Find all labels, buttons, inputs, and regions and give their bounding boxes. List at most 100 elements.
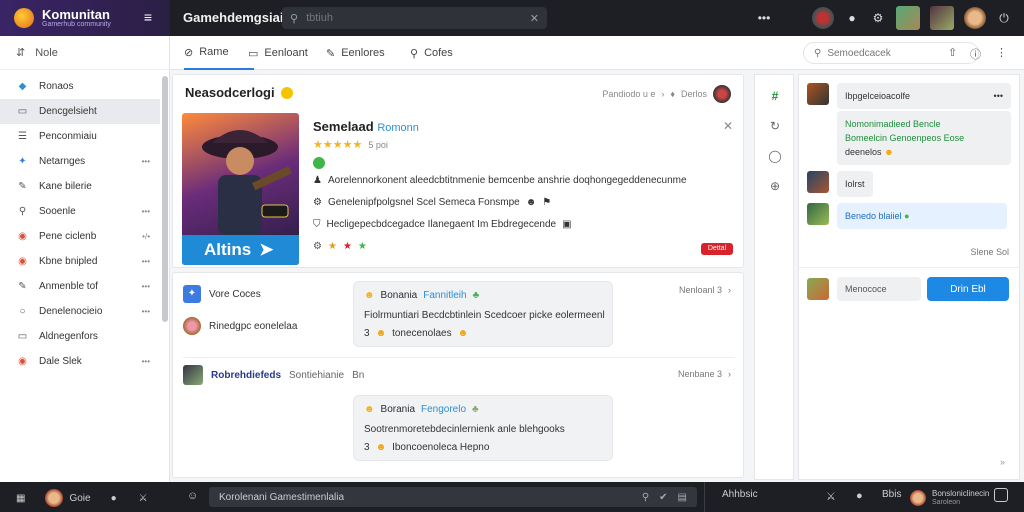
page-title: Gamehdemgsiai: [183, 10, 284, 25]
hashtag-icon[interactable]: #: [767, 89, 783, 105]
game-cover[interactable]: Altins ➤: [182, 113, 299, 265]
thread-row[interactable]: Robrehdiefeds Sontiehianie Bn: [183, 365, 364, 385]
close-icon[interactable]: ✕: [530, 12, 539, 25]
sidebar-home-label: Nole: [35, 46, 58, 59]
right-rail: # ↻ ◯ ⊕: [754, 74, 794, 480]
pin-icon[interactable]: ⚲: [642, 492, 649, 503]
sidebar-item[interactable]: ✦ Netarnges •••: [0, 149, 160, 174]
sidebar-item[interactable]: ⚲ Sooenle •••: [0, 199, 160, 224]
thread-title: Vore Coces: [209, 288, 261, 300]
more-dots-icon[interactable]: •••: [756, 10, 772, 26]
search-input[interactable]: [306, 12, 522, 24]
chat-input[interactable]: Menococe: [837, 277, 921, 301]
avatar[interactable]: [896, 6, 920, 30]
record-icon[interactable]: ●: [844, 10, 860, 26]
more-dots-icon[interactable]: •••: [994, 89, 1003, 103]
see-more-link[interactable]: Slene Sol: [970, 247, 1009, 257]
chat-title: Ibpgelceioacolfe: [845, 91, 911, 101]
sidebar-item[interactable]: ✎ Kane bilerie: [0, 174, 160, 199]
settings-icon[interactable]: ⚙: [313, 241, 322, 252]
swords-icon[interactable]: ⚔: [826, 490, 836, 503]
sidebar-item-badge: •••: [141, 307, 150, 316]
comment-foot: 3 ☻ Iboncoenoleca Hepno: [364, 442, 489, 453]
thread-row[interactable]: Rinedgpc eonelelaa: [183, 317, 297, 335]
record-icon[interactable]: ●: [856, 490, 863, 502]
message-input-box[interactable]: ⚲ ✔ ▤: [209, 487, 697, 507]
tab-label: Eenloant: [264, 47, 308, 59]
sidebar-item[interactable]: ✎ Anmenble tof •••: [0, 274, 160, 299]
attach-icon[interactable]: ▤: [678, 492, 687, 503]
refresh-icon[interactable]: ↻: [767, 119, 783, 135]
profile-chip[interactable]: Bonsloniclinecin Saroleon: [910, 489, 989, 507]
status-badge[interactable]: Dettal: [701, 243, 733, 255]
menu-icon[interactable]: ≡: [140, 9, 156, 25]
gear-icon[interactable]: ⚙: [870, 10, 886, 26]
game-name[interactable]: Semelaad Romonn: [313, 119, 419, 134]
chat-bubble: Nomonimadieed Bencle Bomeelcin Genoenpeo…: [837, 111, 1011, 165]
power-icon[interactable]: ⏻: [996, 10, 1012, 26]
thread-row[interactable]: ✦ Vore Coces: [183, 285, 261, 303]
avatar[interactable]: [812, 7, 834, 29]
close-icon[interactable]: ✕: [723, 119, 733, 133]
chat-square-icon[interactable]: [994, 488, 1008, 502]
sidebar-item[interactable]: ▭ Dencgelsieht: [0, 99, 160, 124]
avatar[interactable]: [807, 203, 829, 225]
tab-rame[interactable]: ⊘ Rame: [184, 36, 254, 70]
avatar[interactable]: [807, 83, 829, 105]
check-icon: ●: [904, 211, 910, 221]
add-icon[interactable]: ⊕: [767, 179, 783, 195]
star-icon[interactable]: ★: [328, 241, 337, 252]
avatar[interactable]: [807, 171, 829, 193]
chat-bubble-group: Ibpgelceioacolfe ••• Nomonimadieed Bencl…: [837, 83, 1011, 165]
scroll-down-icon[interactable]: »: [1000, 457, 1005, 467]
upload-icon[interactable]: ⇧: [948, 46, 957, 59]
sidebar-item[interactable]: ○ Denelenocieio •••: [0, 299, 160, 324]
send-button[interactable]: Drin Ebl: [927, 277, 1009, 301]
avatar[interactable]: [930, 6, 954, 30]
sidebar-item[interactable]: ☰ Penconmiaiu: [0, 124, 160, 149]
sidebar: ⇵ Nole ◆ Ronaos ▭ Dencgelsieht ☰ Penconmiaiu ✦…: [0, 36, 170, 482]
chat-line: deenelos: [845, 147, 882, 157]
sidebar-item[interactable]: ◆ Ronaos: [0, 74, 160, 99]
sidebar-item[interactable]: ◉ Dale Slek •••: [0, 349, 160, 374]
emoji-icon[interactable]: ☺: [187, 490, 198, 502]
divider: [704, 482, 705, 512]
emoji-icon: ☻: [364, 290, 375, 301]
sidebar-item-label: Denelenocieio: [39, 306, 103, 317]
tab-cofes[interactable]: ⚲ Cofes: [410, 36, 453, 70]
avatar: [183, 317, 201, 335]
scrollbar[interactable]: [162, 76, 168, 322]
bottom-right-text: Ahhbsic: [722, 489, 758, 500]
comment-bubble[interactable]: ☻ Borania Fengorelo ♣ Sootrenmoretebdeci…: [353, 395, 613, 461]
check-icon[interactable]: ✔: [659, 492, 667, 503]
sidebar-home[interactable]: ⇵ Nole: [0, 36, 170, 70]
comment-bubble[interactable]: ☻ Bonania Fannitleih ♣ Fiolrmuntiari Bec…: [353, 281, 613, 347]
thread-count[interactable]: Nenloanl 3 ›: [679, 285, 731, 295]
thread-count[interactable]: Nenbane 3 ›: [678, 369, 731, 379]
star-icon[interactable]: ★: [358, 241, 367, 252]
avatar[interactable]: [45, 489, 64, 507]
chat-bubble: Iolrst: [837, 171, 873, 197]
avatar[interactable]: [713, 85, 731, 103]
more-icon[interactable]: ⋮: [996, 46, 1007, 59]
tab-eenloant[interactable]: ▭ Eenloant: [248, 36, 308, 70]
record-icon[interactable]: ●: [111, 493, 117, 504]
search-bar[interactable]: ⚲ ✕: [282, 7, 547, 29]
sidebar-item[interactable]: ◉ Pene ciclenb •/•: [0, 224, 160, 249]
sidebar-item[interactable]: ▭ Aldnegenfors: [0, 324, 160, 349]
divider: [799, 267, 1021, 268]
info-line: ⛉ Hecligepecbdcegadce Ilanegaent Im Ebdr…: [313, 219, 572, 230]
message-input[interactable]: [219, 491, 634, 503]
bottom-right-label[interactable]: Ahhbsic: [722, 489, 758, 500]
avatar[interactable]: [964, 7, 986, 29]
swords-icon[interactable]: ⚔: [139, 493, 148, 504]
star-icon[interactable]: ★: [343, 241, 352, 252]
grid-icon[interactable]: ▦: [16, 493, 25, 504]
chat-icon[interactable]: ◯: [767, 149, 783, 165]
info-icon[interactable]: ⓘ: [970, 46, 981, 62]
sidebar-item-badge: •••: [141, 282, 150, 291]
game-name-text: Semelaad: [313, 119, 374, 134]
bottom-right2[interactable]: Bbis: [882, 489, 901, 500]
tab-eenlores[interactable]: ✎ Eenlores: [326, 36, 385, 70]
sidebar-item[interactable]: ◉ Kbne bnipled •••: [0, 249, 160, 274]
